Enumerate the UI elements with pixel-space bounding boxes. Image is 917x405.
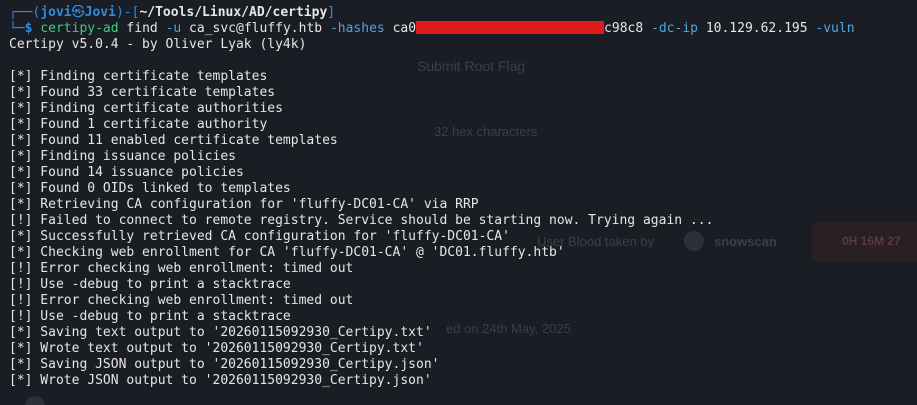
output-line: [!] Error checking web enrollment: timed…	[9, 261, 354, 276]
output-line: [*] Found 33 certificate templates	[9, 85, 276, 100]
output-line: [*] Found 0 OIDs linked to templates	[9, 181, 291, 196]
command-hash-suffix: c98c8	[604, 21, 644, 36]
output-line: [*] Retrieving CA configuration for 'flu…	[9, 197, 479, 212]
prompt-host: Jovi	[84, 5, 116, 20]
certipy-banner: Certipy v5.0.4 - by Oliver Lyak (ly4k)	[9, 37, 307, 52]
output-line: [*] Checking web enrollment for CA 'fluf…	[9, 245, 565, 260]
prompt-user: jovi	[40, 5, 72, 20]
hash-redaction-bar	[416, 21, 605, 34]
output-log: [*] Finding certificate templates [*] Fou…	[9, 69, 917, 389]
output-line: [*] Wrote text output to '20260115092930…	[9, 341, 424, 356]
output-line: [*] Wrote JSON output to '20260115092930…	[9, 373, 432, 388]
prompt-at-icon: ㉿	[71, 5, 85, 20]
prompt-box-bottom: └─	[9, 21, 25, 36]
output-line: [!] Use -debug to print a stacktrace	[9, 277, 291, 292]
terminal-output: ┌──(jovi㉿Jovi)-[~/Tools/Linux/AD/certipy…	[9, 5, 917, 389]
command-dcip-value: 10.129.62.195	[705, 21, 808, 36]
output-line: [*] Found 1 certificate authority	[9, 117, 268, 132]
output-line: [!] Use -debug to print a stacktrace	[9, 309, 291, 324]
prompt-symbol: $	[24, 21, 33, 36]
output-line: [*] Finding certificate authorities	[9, 101, 283, 116]
command-program: certipy-ad	[40, 21, 119, 36]
prompt-path: ~/Tools/Linux/AD/certipy	[139, 5, 328, 20]
command-hash-prefix: ca0	[392, 21, 417, 36]
output-line: [*] Finding issuance policies	[9, 149, 236, 164]
output-line: [!] Failed to connect to remote registry…	[9, 213, 714, 228]
command-flag-user: -u	[165, 21, 182, 36]
command-flag-hashes: -hashes	[329, 21, 385, 36]
output-line: [*] Found 14 issuance policies	[9, 165, 244, 180]
output-line: [*] Finding certificate templates	[9, 69, 268, 84]
command-subcommand: find	[126, 21, 158, 36]
command-user-value: ca_svc@fluffy.htb	[189, 21, 323, 36]
output-line: [!] Error checking web enrollment: timed…	[9, 293, 354, 308]
prompt-bracket: )-[	[115, 5, 140, 20]
prompt-box-corner: ┌──(	[9, 5, 41, 20]
output-line: [*] Successfully retrieved CA configurat…	[9, 229, 510, 244]
command-flag-vuln: -vuln	[815, 21, 855, 36]
terminal-window[interactable]: Submit Root Flag 32 hex characters User …	[0, 0, 917, 405]
command-line[interactable]: └─$ certipy-ad find -u ca_svc@fluffy.htb…	[9, 21, 917, 37]
output-line: [*] Found 11 enabled certificate templat…	[9, 133, 338, 148]
command-flag-dcip: -dc-ip	[651, 21, 698, 36]
prompt-line-top: ┌──(jovi㉿Jovi)-[~/Tools/Linux/AD/certipy…	[9, 5, 917, 21]
output-line: [*] Saving text output to '2026011509293…	[9, 325, 432, 340]
prompt-bracket-end: ]	[327, 5, 336, 20]
ghost-icon-bottom	[25, 396, 45, 405]
output-line: [*] Saving JSON output to '2026011509293…	[9, 357, 440, 372]
